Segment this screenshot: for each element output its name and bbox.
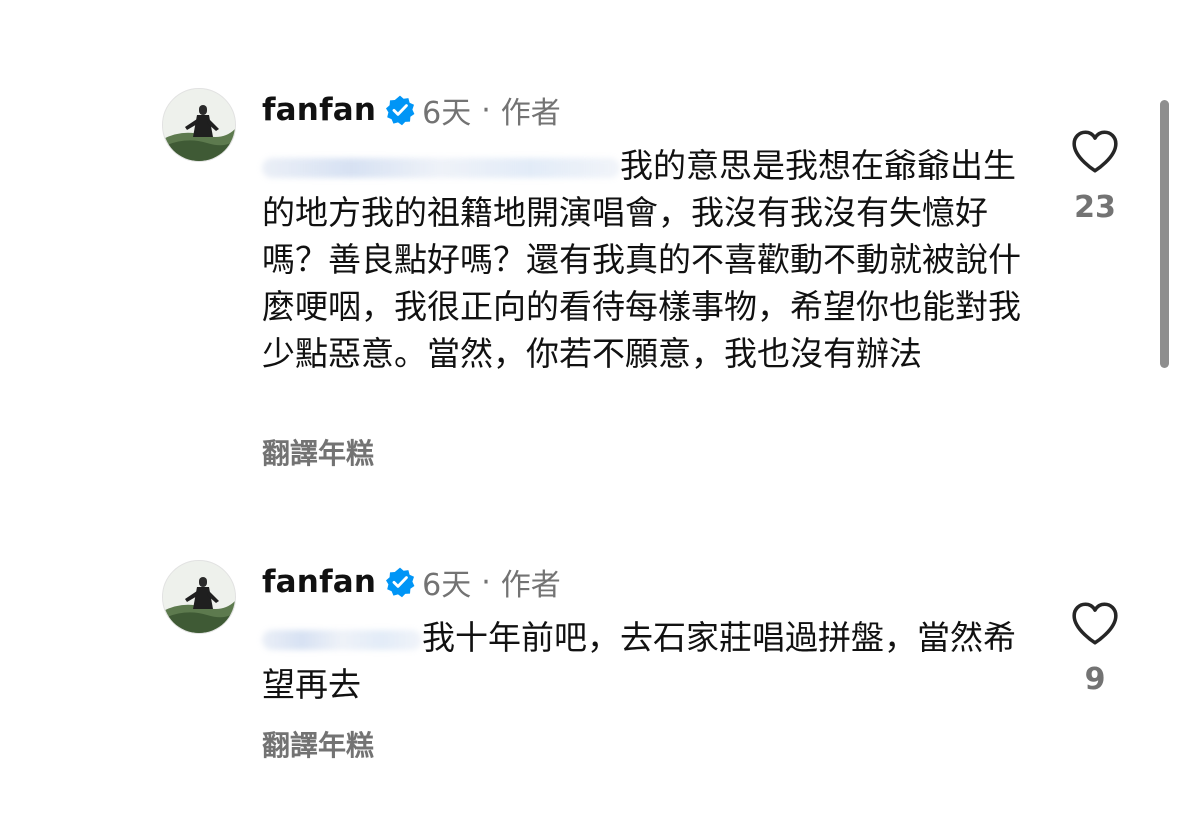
meta-separator: · bbox=[481, 92, 491, 128]
comment-text: 我的意思是我想在爺爺出生的地方我的祖籍地開演唱會，我沒有我沒有失憶好嗎？善良點好… bbox=[262, 142, 1022, 377]
heart-outline-icon[interactable] bbox=[1070, 600, 1120, 646]
avatar-image bbox=[163, 89, 235, 161]
comment-meta: fanfan 6天 · 作者 bbox=[262, 560, 561, 604]
comment-time: 6天 bbox=[422, 96, 472, 131]
meta-separator: · bbox=[481, 564, 491, 600]
comments-page: fanfan 6天 · 作者 我的意思是我想在爺爺出生的地方我的祖籍地開演唱會，… bbox=[0, 0, 1178, 828]
like-control: 23 bbox=[1060, 128, 1130, 225]
comment-text: 我十年前吧，去石家莊唱過拼盤，當然希望再去 bbox=[262, 614, 1022, 708]
comment-meta: fanfan 6天 · 作者 bbox=[262, 88, 561, 132]
comment-body: 我的意思是我想在爺爺出生的地方我的祖籍地開演唱會，我沒有我沒有失憶好嗎？善良點好… bbox=[262, 146, 1021, 373]
avatar-image bbox=[163, 561, 235, 633]
author-label: 作者 bbox=[500, 568, 561, 603]
username[interactable]: fanfan bbox=[262, 92, 376, 128]
comment-time: 6天 bbox=[422, 568, 472, 603]
heart-outline-icon[interactable] bbox=[1070, 128, 1120, 174]
scrollbar[interactable] bbox=[1160, 100, 1169, 368]
translate-button[interactable]: 翻譯年糕 bbox=[262, 724, 374, 764]
like-count: 9 bbox=[1084, 662, 1106, 697]
translate-button[interactable]: 翻譯年糕 bbox=[262, 432, 374, 472]
mention-link[interactable] bbox=[262, 157, 620, 178]
mention-link[interactable] bbox=[262, 629, 422, 650]
like-control: 9 bbox=[1060, 600, 1130, 697]
avatar[interactable] bbox=[162, 560, 236, 634]
username[interactable]: fanfan bbox=[262, 564, 376, 600]
verified-badge-icon bbox=[384, 566, 416, 598]
verified-badge-icon bbox=[384, 94, 416, 126]
avatar[interactable] bbox=[162, 88, 236, 162]
like-count: 23 bbox=[1074, 190, 1116, 225]
author-label: 作者 bbox=[500, 96, 561, 131]
